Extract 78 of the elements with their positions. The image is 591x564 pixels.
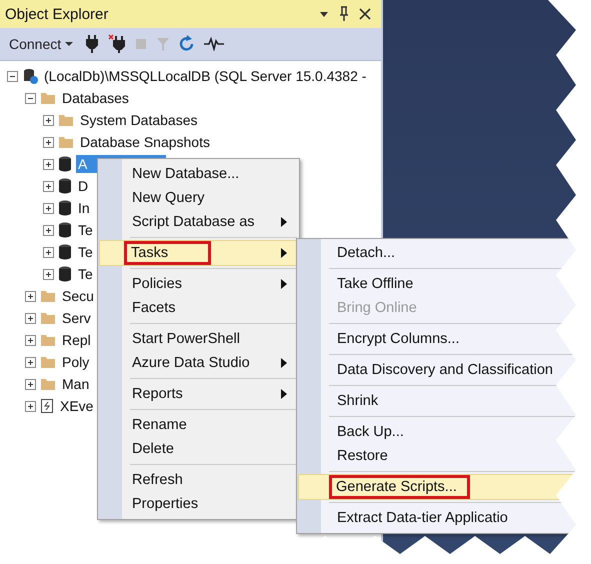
database-icon bbox=[58, 178, 72, 194]
database-icon bbox=[58, 156, 72, 172]
menu-item[interactable]: Detach... bbox=[299, 241, 591, 265]
tree-item[interactable]: Te bbox=[76, 221, 95, 239]
folder-icon bbox=[40, 91, 56, 105]
disconnect-plug-icon[interactable] bbox=[108, 34, 126, 54]
menu-item[interactable]: Script Database as bbox=[100, 210, 297, 234]
tree-item[interactable]: Database Snapshots bbox=[78, 133, 212, 151]
tree-item[interactable]: (LocalDb)\MSSQLLocalDB (SQL Server 15.0.4382 - bbox=[42, 67, 368, 85]
collapse-icon[interactable] bbox=[25, 92, 36, 104]
tree-item[interactable]: Repl bbox=[60, 331, 93, 349]
menu-item[interactable]: Properties bbox=[100, 492, 297, 516]
folder-icon bbox=[58, 113, 74, 127]
tree-item[interactable]: XEve bbox=[58, 397, 96, 415]
expand-icon[interactable] bbox=[25, 400, 36, 412]
panel-title: Object Explorer bbox=[5, 6, 110, 22]
menu-item[interactable]: Data Discovery and Classification bbox=[299, 358, 591, 382]
menu-item[interactable]: Delete bbox=[100, 437, 297, 461]
menu-item[interactable]: Encrypt Columns... bbox=[299, 327, 591, 351]
tree-item[interactable]: Secu bbox=[60, 287, 96, 305]
menu-item[interactable]: Back Up... bbox=[299, 420, 591, 444]
connect-button[interactable]: Connect bbox=[6, 34, 76, 54]
expand-icon[interactable] bbox=[43, 180, 54, 192]
close-icon[interactable] bbox=[359, 8, 371, 20]
tree-item[interactable]: Poly bbox=[60, 353, 92, 371]
plug-icon[interactable] bbox=[85, 34, 100, 54]
folder-icon bbox=[58, 135, 74, 149]
caret-icon[interactable] bbox=[65, 41, 74, 47]
menu-item[interactable]: Tasks bbox=[100, 241, 297, 265]
menu-item[interactable]: Shrink bbox=[299, 389, 591, 413]
tree-item[interactable]: Man bbox=[60, 375, 92, 393]
menu-item[interactable]: Reports bbox=[100, 382, 297, 406]
expand-icon[interactable] bbox=[43, 224, 54, 236]
menu-item[interactable]: Extract Data-tier Applicatio bbox=[299, 506, 591, 530]
folder-icon bbox=[40, 355, 56, 369]
tree-item[interactable]: Te bbox=[76, 243, 95, 261]
folder-icon bbox=[40, 333, 56, 347]
database-icon bbox=[58, 200, 72, 216]
menu-item[interactable]: Take Offline bbox=[299, 272, 591, 296]
expand-icon[interactable] bbox=[25, 378, 36, 390]
menu-item[interactable]: Start PowerShell bbox=[100, 327, 297, 351]
expand-icon[interactable] bbox=[25, 356, 36, 368]
menu-item[interactable]: Azure Data Studio bbox=[100, 351, 297, 375]
tree-item[interactable]: Databases bbox=[60, 89, 131, 107]
database-icon bbox=[58, 266, 72, 282]
database-icon bbox=[58, 244, 72, 260]
folder-icon bbox=[40, 377, 56, 391]
menu-item[interactable]: New Query bbox=[100, 186, 297, 210]
expand-icon[interactable] bbox=[43, 158, 54, 170]
expand-icon[interactable] bbox=[25, 334, 36, 346]
activity-icon[interactable] bbox=[204, 37, 224, 51]
tree-item[interactable]: Serv bbox=[60, 309, 93, 327]
folder-icon bbox=[40, 311, 56, 325]
menu-item[interactable]: Restore bbox=[299, 444, 591, 468]
tree-item[interactable]: D bbox=[76, 177, 90, 195]
dropdown-icon[interactable] bbox=[319, 9, 329, 19]
tree-item[interactable]: Te bbox=[76, 265, 95, 283]
menu-item[interactable]: New Database... bbox=[100, 162, 297, 186]
expand-icon[interactable] bbox=[43, 114, 54, 126]
folder-icon bbox=[40, 289, 56, 303]
menu-item[interactable]: Facets bbox=[100, 296, 297, 320]
tree-item[interactable]: System Databases bbox=[78, 111, 200, 129]
tree-item[interactable]: In bbox=[76, 199, 92, 217]
collapse-icon[interactable] bbox=[7, 70, 18, 82]
expand-icon[interactable] bbox=[43, 268, 54, 280]
expand-icon[interactable] bbox=[43, 202, 54, 214]
expand-icon[interactable] bbox=[25, 312, 36, 324]
refresh-icon[interactable] bbox=[179, 35, 196, 53]
expand-icon[interactable] bbox=[43, 136, 54, 148]
menu-item[interactable]: Refresh bbox=[100, 468, 297, 492]
document-icon bbox=[40, 398, 54, 414]
expand-icon[interactable] bbox=[43, 246, 54, 258]
server-icon bbox=[22, 68, 38, 84]
pin-icon[interactable] bbox=[339, 6, 349, 22]
expand-icon[interactable] bbox=[25, 290, 36, 302]
database-icon bbox=[58, 222, 72, 238]
menu-item[interactable]: Rename bbox=[100, 413, 297, 437]
menu-item[interactable]: Policies bbox=[100, 272, 297, 296]
